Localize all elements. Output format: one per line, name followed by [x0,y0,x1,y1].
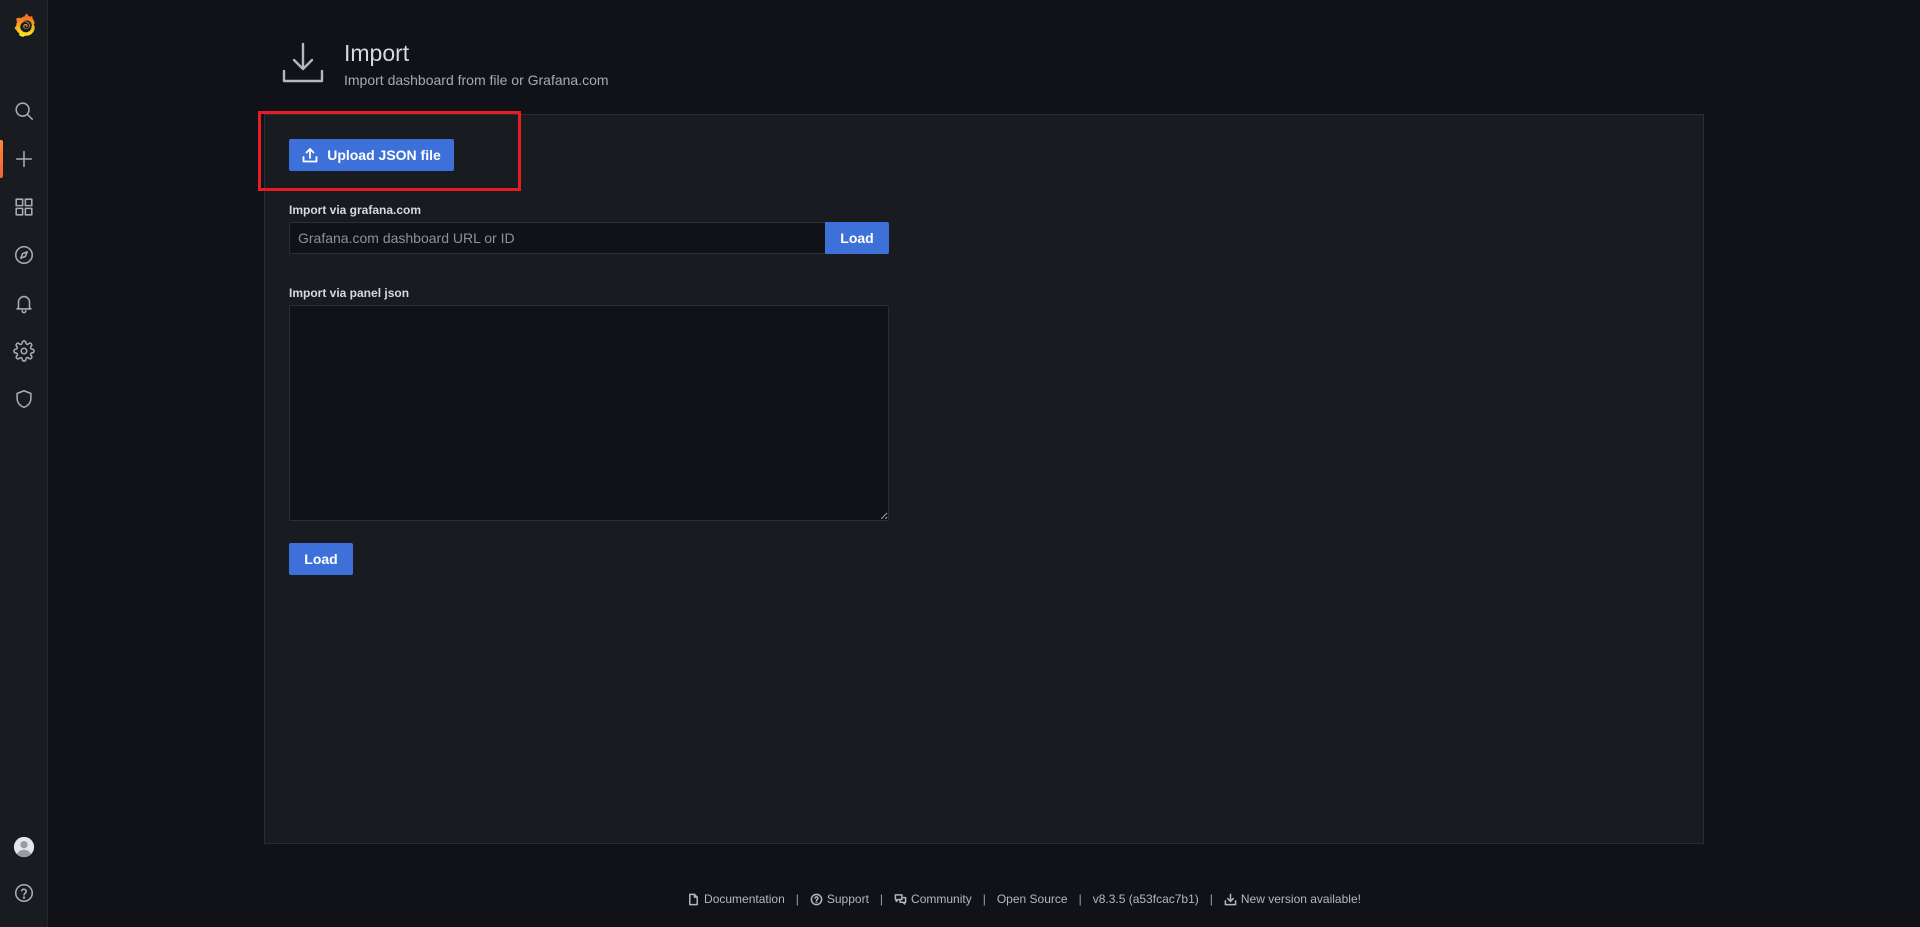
grafana-import-label: Import via grafana.com [289,203,422,217]
gear-icon[interactable] [0,329,48,373]
footer-separator: | [879,892,884,906]
upload-icon [302,148,318,163]
footer-support-label: Support [826,892,869,906]
apps-icon[interactable] [0,185,48,229]
bell-icon[interactable] [0,281,48,325]
upload-json-button[interactable]: Upload JSON file [289,139,454,171]
footer-separator: | [1078,892,1082,906]
import-download-icon [280,40,326,86]
footer-new-version-label: New version available! [1240,892,1361,906]
footer-separator: | [795,892,799,906]
avatar-icon[interactable] [0,825,48,869]
footer-separator: | [1209,892,1213,906]
footer-open-source-link[interactable]: Open Source [997,892,1068,906]
grafana-logo-icon[interactable] [0,3,48,47]
upload-json-button-label: Upload JSON file [327,147,441,163]
footer-support-link[interactable]: Support [810,892,869,906]
page-subtitle: Import dashboard from file or Grafana.co… [344,72,609,88]
shield-icon[interactable] [0,377,48,421]
grafana-url-input[interactable] [289,222,826,254]
comments-icon [894,893,907,905]
footer-community-link[interactable]: Community [894,892,972,906]
footer-community-label: Community [911,892,972,906]
panel-json-label: Import via panel json [289,286,410,300]
json-load-button[interactable]: Load [289,543,353,575]
footer-separator: | [982,892,986,906]
document-icon [689,893,698,905]
footer-documentation-link[interactable]: Documentation [687,892,785,906]
grafana-load-button[interactable]: Load [825,222,889,254]
page-title: Import [344,40,410,66]
footer-version: v8.3.5 (a53fcac7b1) [1092,892,1199,906]
footer: Documentation | Support | Community | Op… [0,892,1920,906]
download-icon [1224,893,1237,905]
footer-new-version-link[interactable]: New version available! [1224,892,1361,906]
footer-open-source-label: Open Source [996,892,1068,906]
sidebar [0,0,48,927]
panel-json-textarea[interactable] [289,305,889,521]
question-circle-icon [810,893,823,905]
page-header: Import Import dashboard from file or Gra… [280,36,1080,96]
compass-icon[interactable] [0,233,48,277]
plus-icon[interactable] [0,137,48,181]
footer-documentation-label: Documentation [704,892,785,906]
search-icon[interactable] [0,89,48,133]
